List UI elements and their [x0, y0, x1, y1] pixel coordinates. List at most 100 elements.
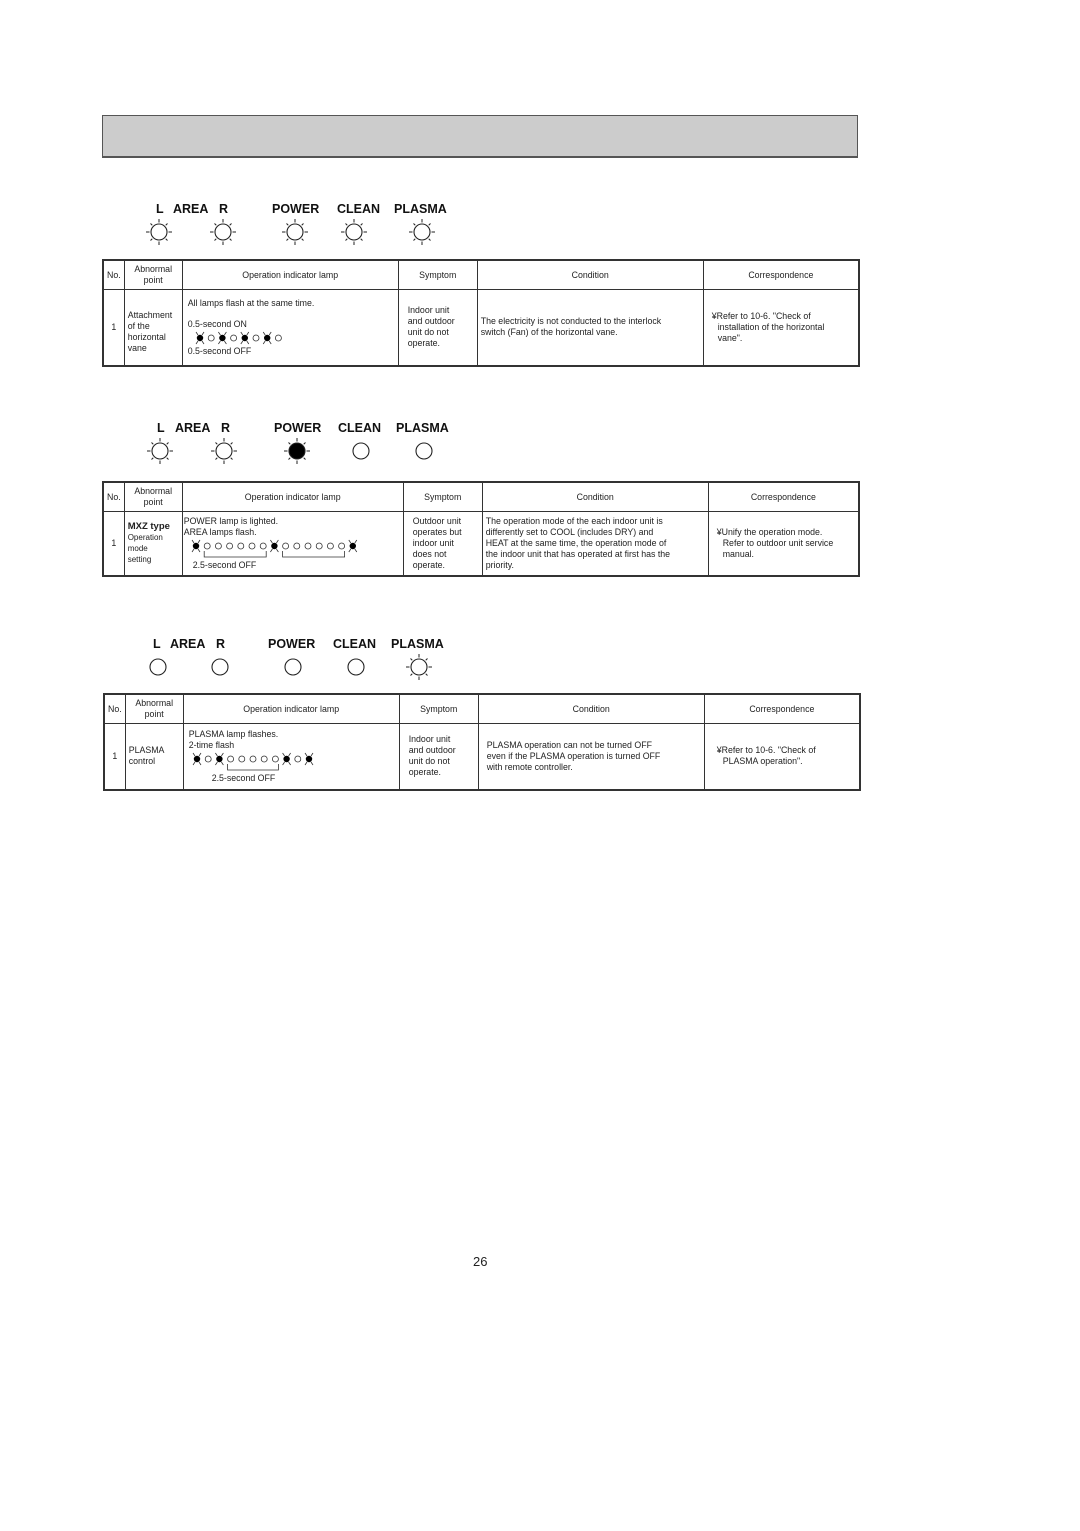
- lamp-ray: [165, 238, 168, 241]
- lamp-ray: [229, 223, 232, 226]
- lamp-off-dot: [229, 334, 237, 342]
- text-line: The electricity is not conducted to the …: [480, 316, 662, 327]
- text-line: operate.: [408, 767, 441, 778]
- lamp-body: [413, 223, 431, 241]
- lamp-ray: [301, 223, 304, 226]
- lamp-label-area: AREA: [173, 202, 209, 216]
- abnormal-point: MXZ type Operation mode setting: [123, 511, 183, 576]
- text-line: Operation: [127, 533, 163, 543]
- lamp-on-dot: [196, 334, 203, 341]
- trouble-table-1: No. Abnormal point Operation indicator la…: [102, 259, 860, 367]
- condition: The operation mode of the each indoor un…: [481, 511, 709, 576]
- lamp-on-dot: [270, 542, 278, 549]
- lamp-ray: [413, 238, 416, 241]
- lamp-off-dot: [225, 542, 233, 550]
- text-line: control: [128, 756, 156, 767]
- lamp-body: [149, 658, 167, 676]
- lamp-ray: [214, 223, 217, 226]
- header-abnormal-point: Abnormal point: [124, 693, 184, 724]
- clean-lamp-icon: [341, 219, 367, 245]
- lamp-panel-1: L AREA R POWER CLEAN PLASMA: [145, 202, 465, 252]
- symptom: Indoor unit and outdoor unit do not operate…: [398, 723, 479, 790]
- operation-indicator-lamp: PLASMA lamp flashes. 2-time flash 2.5-se…: [182, 723, 400, 790]
- lamp-description: PLASMA lamp flashes.: [188, 728, 279, 739]
- lamp-ray: [286, 223, 289, 226]
- lamp-on-dot: [263, 334, 271, 341]
- lamp-ray: [288, 457, 291, 460]
- text-line: differently set to COOL (includes DRY) a…: [485, 526, 654, 537]
- lamp-label-r: R: [216, 637, 226, 651]
- text-line: ¥Unify the operation mode.: [716, 526, 823, 537]
- lamp-ray: [428, 223, 431, 226]
- plasma-lamp-icon: [415, 442, 433, 460]
- lamp-sequence: [192, 752, 314, 771]
- lamp-description: All lamps flash at the same time.: [187, 297, 315, 308]
- text-line: does not: [412, 548, 447, 559]
- header-correspondence: Correspondence: [702, 259, 860, 290]
- page-number: 26: [473, 1254, 488, 1269]
- text-line: operate.: [407, 338, 440, 349]
- lamp-label-l: L: [156, 202, 164, 216]
- lamp-label-area: AREA: [175, 421, 211, 435]
- clean-lamp-icon: [352, 442, 370, 460]
- lamp-body: [150, 223, 168, 241]
- lamp-description-2: AREA lamps flash.: [183, 526, 257, 537]
- lamp-ray: [345, 238, 348, 241]
- lamp-body: [288, 442, 306, 460]
- lamp-sequence: [195, 331, 282, 344]
- lamp-ray: [425, 658, 428, 661]
- text-line: unit do not: [408, 756, 450, 767]
- lamp-label-plasma: PLASMA: [391, 637, 444, 651]
- lamp-ray: [230, 457, 233, 460]
- row-no: 1: [103, 723, 126, 790]
- lamp-panel-2: L AREA R POWER CLEAN PLASMA: [146, 421, 466, 471]
- header-no: No.: [102, 259, 125, 290]
- text-line: priority.: [485, 559, 514, 570]
- l-lamp-icon: [147, 438, 173, 464]
- r-lamp-icon: [211, 438, 237, 464]
- lamp-label-area: AREA: [170, 637, 206, 651]
- lamp-off-dot: [204, 755, 212, 763]
- lamp-label-r: R: [219, 202, 229, 216]
- lamp-on-dot: [192, 542, 199, 549]
- lamp-ray: [230, 442, 233, 445]
- flash-count: 2-time flash: [188, 739, 235, 750]
- clean-lamp-icon: [347, 658, 365, 676]
- r-lamp-icon: [211, 658, 229, 676]
- header-condition: Condition: [476, 259, 704, 290]
- text-line: installation of the horizontal: [717, 321, 825, 332]
- text-line: of the: [127, 321, 150, 332]
- lamp-off-dot: [294, 755, 301, 763]
- text-line: unit do not: [407, 327, 449, 338]
- lamp-off-dot: [238, 755, 245, 763]
- header-condition: Condition: [481, 481, 709, 512]
- lamp-label-power: POWER: [268, 637, 316, 651]
- table-header-row: No. Abnormal point Operation indicator la…: [103, 693, 861, 724]
- off-period-bracket: [226, 763, 279, 771]
- text-line: horizontal: [127, 332, 166, 343]
- r-lamp-icon: [210, 219, 236, 245]
- header-operation-indicator-lamp: Operation indicator lamp: [181, 481, 404, 512]
- header-symptom: Symptom: [397, 259, 478, 290]
- lamp-on-dot: [283, 755, 290, 762]
- off-duration: 0.5-second OFF: [187, 345, 252, 356]
- off-duration: 2.5-second OFF: [211, 772, 276, 783]
- table-row: 1 MXZ type Operation mode setting POWER la…: [102, 511, 860, 576]
- header-abnormal-point: Abnormal point: [123, 259, 183, 290]
- trouble-table-3: No. Abnormal point Operation indicator la…: [103, 693, 861, 791]
- lamp-off-dot: [207, 334, 215, 342]
- off-duration: 2.5-second OFF: [192, 559, 257, 570]
- lamp-off-dot: [337, 542, 345, 550]
- lamp-ray: [166, 457, 169, 460]
- text-line: even if the PLASMA operation is turned O…: [486, 750, 661, 761]
- condition: The electricity is not conducted to the …: [476, 289, 704, 366]
- lamp-ray: [303, 457, 306, 460]
- text-line: ¥Refer to 10-6. "Check of: [711, 310, 811, 321]
- lamp-ray: [303, 442, 306, 445]
- text-line: Refer to outdoor unit service: [722, 537, 834, 548]
- lamp-ray: [229, 238, 232, 241]
- lamp-ray: [286, 238, 289, 241]
- text-line: The operation mode of the each indoor un…: [485, 515, 663, 526]
- text-line: and outdoor: [408, 745, 456, 756]
- text-line: and outdoor: [407, 316, 455, 327]
